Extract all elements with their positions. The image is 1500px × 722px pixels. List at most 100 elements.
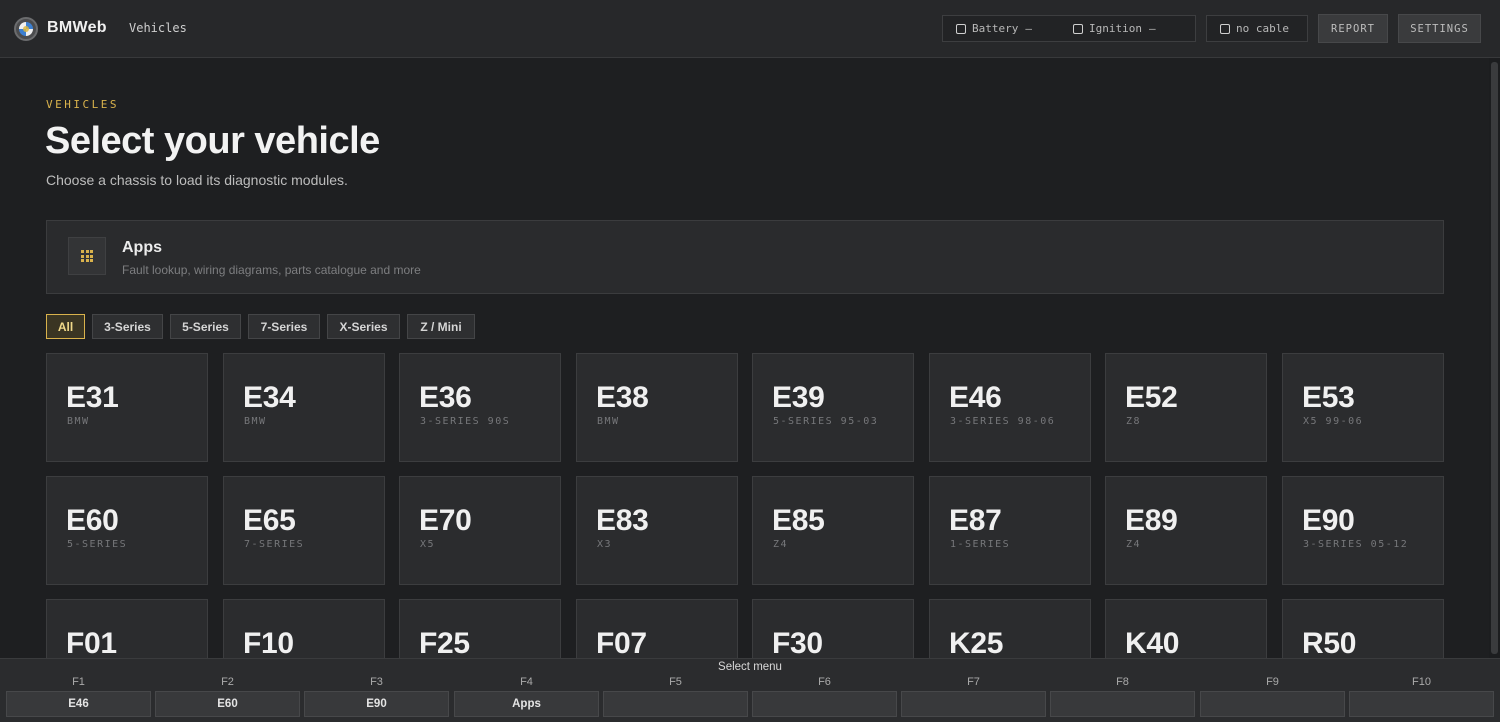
vehicle-code: F25 [419, 627, 470, 658]
filter-z-mini[interactable]: Z / Mini [407, 314, 475, 339]
vehicle-code: K40 [1125, 627, 1180, 658]
vehicle-description: 1-SERIES [950, 539, 1011, 550]
section-eyebrow: VEHICLES [46, 98, 119, 111]
function-key-label-f3: F3 [370, 676, 383, 688]
vehicle-tile-k40[interactable]: K40 [1105, 599, 1267, 658]
function-key-label-f10: F10 [1412, 676, 1431, 688]
vehicle-description: X5 [420, 539, 436, 550]
apps-grid-icon [68, 237, 106, 275]
vehicle-tile-e83[interactable]: E83 X3 [576, 476, 738, 585]
function-button-f6[interactable] [752, 691, 897, 717]
filter-5-series[interactable]: 5-Series [170, 314, 241, 339]
function-button-f3[interactable]: E90 [304, 691, 449, 717]
vehicle-description: 3-SERIES 90S [420, 416, 511, 427]
battery-value: – [1025, 22, 1032, 35]
settings-button[interactable]: SETTINGS [1398, 14, 1481, 43]
apps-description: Fault lookup, wiring diagrams, parts cat… [122, 263, 421, 277]
vehicle-tile-f25[interactable]: F25 [399, 599, 561, 658]
vehicle-description: 5-SERIES 95-03 [773, 416, 879, 427]
vehicle-tile-f10[interactable]: F10 [223, 599, 385, 658]
vehicle-code: E46 [949, 381, 1002, 414]
vehicle-tile-f30[interactable]: F30 [752, 599, 914, 658]
vehicle-code: K25 [949, 627, 1004, 658]
vehicle-code: E31 [66, 381, 119, 414]
brand-name[interactable]: BMWeb [47, 19, 107, 37]
function-button-f2[interactable]: E60 [155, 691, 300, 717]
page-subtitle: Choose a chassis to load its diagnostic … [46, 172, 348, 188]
vehicle-description: BMW [597, 416, 620, 427]
vehicle-code: F10 [243, 627, 294, 658]
page-scrollbar[interactable] [1489, 58, 1500, 658]
vehicle-code: E65 [243, 504, 296, 537]
vehicle-tile-e34[interactable]: E34 BMW [223, 353, 385, 462]
vehicle-tile-e31[interactable]: E31 BMW [46, 353, 208, 462]
function-button-f8[interactable] [1050, 691, 1195, 717]
vehicle-tile-e46[interactable]: E46 3-SERIES 98-06 [929, 353, 1091, 462]
cable-status-content: no cable [1220, 22, 1289, 35]
vehicle-code: E36 [419, 381, 472, 414]
vehicle-tile-e52[interactable]: E52 Z8 [1105, 353, 1267, 462]
vehicle-tile-e38[interactable]: E38 BMW [576, 353, 738, 462]
vehicle-tile-e53[interactable]: E53 X5 99-06 [1282, 353, 1444, 462]
vehicle-code: E60 [66, 504, 119, 537]
vehicle-tile-e89[interactable]: E89 Z4 [1105, 476, 1267, 585]
bmw-logo-icon[interactable] [14, 17, 38, 41]
apps-card[interactable]: Apps Fault lookup, wiring diagrams, part… [46, 220, 1444, 294]
vehicle-tile-f01[interactable]: F01 [46, 599, 208, 658]
function-key-label-f2: F2 [221, 676, 234, 688]
function-bar-title: Select menu [718, 661, 782, 673]
vehicle-tile-e70[interactable]: E70 X5 [399, 476, 561, 585]
vehicle-tile-e87[interactable]: E87 1-SERIES [929, 476, 1091, 585]
vehicle-tile-e85[interactable]: E85 Z4 [752, 476, 914, 585]
function-button-f10[interactable] [1349, 691, 1494, 717]
function-key-label-f5: F5 [669, 676, 682, 688]
vehicle-code: E52 [1125, 381, 1178, 414]
vehicle-tile-e90[interactable]: E90 3-SERIES 05-12 [1282, 476, 1444, 585]
battery-label: Battery [972, 22, 1019, 35]
ignition-status[interactable]: Ignition – [1073, 22, 1156, 35]
vehicle-tile-f07[interactable]: F07 [576, 599, 738, 658]
vehicle-code: F07 [596, 627, 647, 658]
nav-vehicles-link[interactable]: Vehicles [129, 21, 187, 35]
report-button[interactable]: REPORT [1318, 14, 1388, 43]
page-title: Select your vehicle [45, 120, 380, 162]
function-button-f5[interactable] [603, 691, 748, 717]
function-key-label-f9: F9 [1266, 676, 1279, 688]
filter-x-series[interactable]: X-Series [327, 314, 400, 339]
vehicle-tile-e60[interactable]: E60 5-SERIES [46, 476, 208, 585]
vehicle-tile-e65[interactable]: E65 7-SERIES [223, 476, 385, 585]
vehicle-code: E89 [1125, 504, 1178, 537]
vehicle-description: X5 99-06 [1303, 416, 1364, 427]
vehicle-description: X3 [597, 539, 613, 550]
ignition-value: – [1148, 22, 1156, 35]
function-button-f9[interactable] [1200, 691, 1345, 717]
vehicle-code: E39 [772, 381, 825, 414]
vehicle-code: E90 [1302, 504, 1355, 537]
ignition-checkbox-icon [1073, 23, 1083, 34]
vehicle-tile-e36[interactable]: E36 3-SERIES 90S [399, 353, 561, 462]
vehicle-tile-e39[interactable]: E39 5-SERIES 95-03 [752, 353, 914, 462]
vehicle-description: 5-SERIES [67, 539, 128, 550]
battery-status[interactable]: Battery – [956, 22, 1032, 35]
scrollbar-thumb[interactable] [1491, 62, 1498, 654]
function-key-label-f6: F6 [818, 676, 831, 688]
vehicle-description: Z8 [1126, 416, 1142, 427]
filter-3-series[interactable]: 3-Series [92, 314, 163, 339]
vehicle-grid: E31 BMW E34 BMW E36 3-SERIES 90S E38 BMW E39 5-SE… [46, 353, 1444, 658]
apps-title: Apps [122, 239, 162, 256]
function-button-f7[interactable] [901, 691, 1046, 717]
cable-status[interactable]: no cable [1206, 15, 1308, 42]
function-key-label-f8: F8 [1116, 676, 1129, 688]
function-button-f4[interactable]: Apps [454, 691, 599, 717]
function-key-bar: Select menu F1 E46 F2 E60 F3 E90 F4 Apps F5 F6 F7 F… [0, 658, 1500, 722]
vehicle-tile-r50[interactable]: R50 [1282, 599, 1444, 658]
vehicle-description: Z4 [1126, 539, 1142, 550]
top-bar: BMWeb Vehicles Battery – Ignition – no c… [0, 0, 1500, 58]
vehicle-code: F01 [66, 627, 117, 658]
filter-7-series[interactable]: 7-Series [248, 314, 320, 339]
filter-all[interactable]: All [46, 314, 85, 339]
vehicle-tile-k25[interactable]: K25 [929, 599, 1091, 658]
vehicle-code: E85 [772, 504, 825, 537]
vehicle-code: R50 [1302, 627, 1357, 658]
function-button-f1[interactable]: E46 [6, 691, 151, 717]
